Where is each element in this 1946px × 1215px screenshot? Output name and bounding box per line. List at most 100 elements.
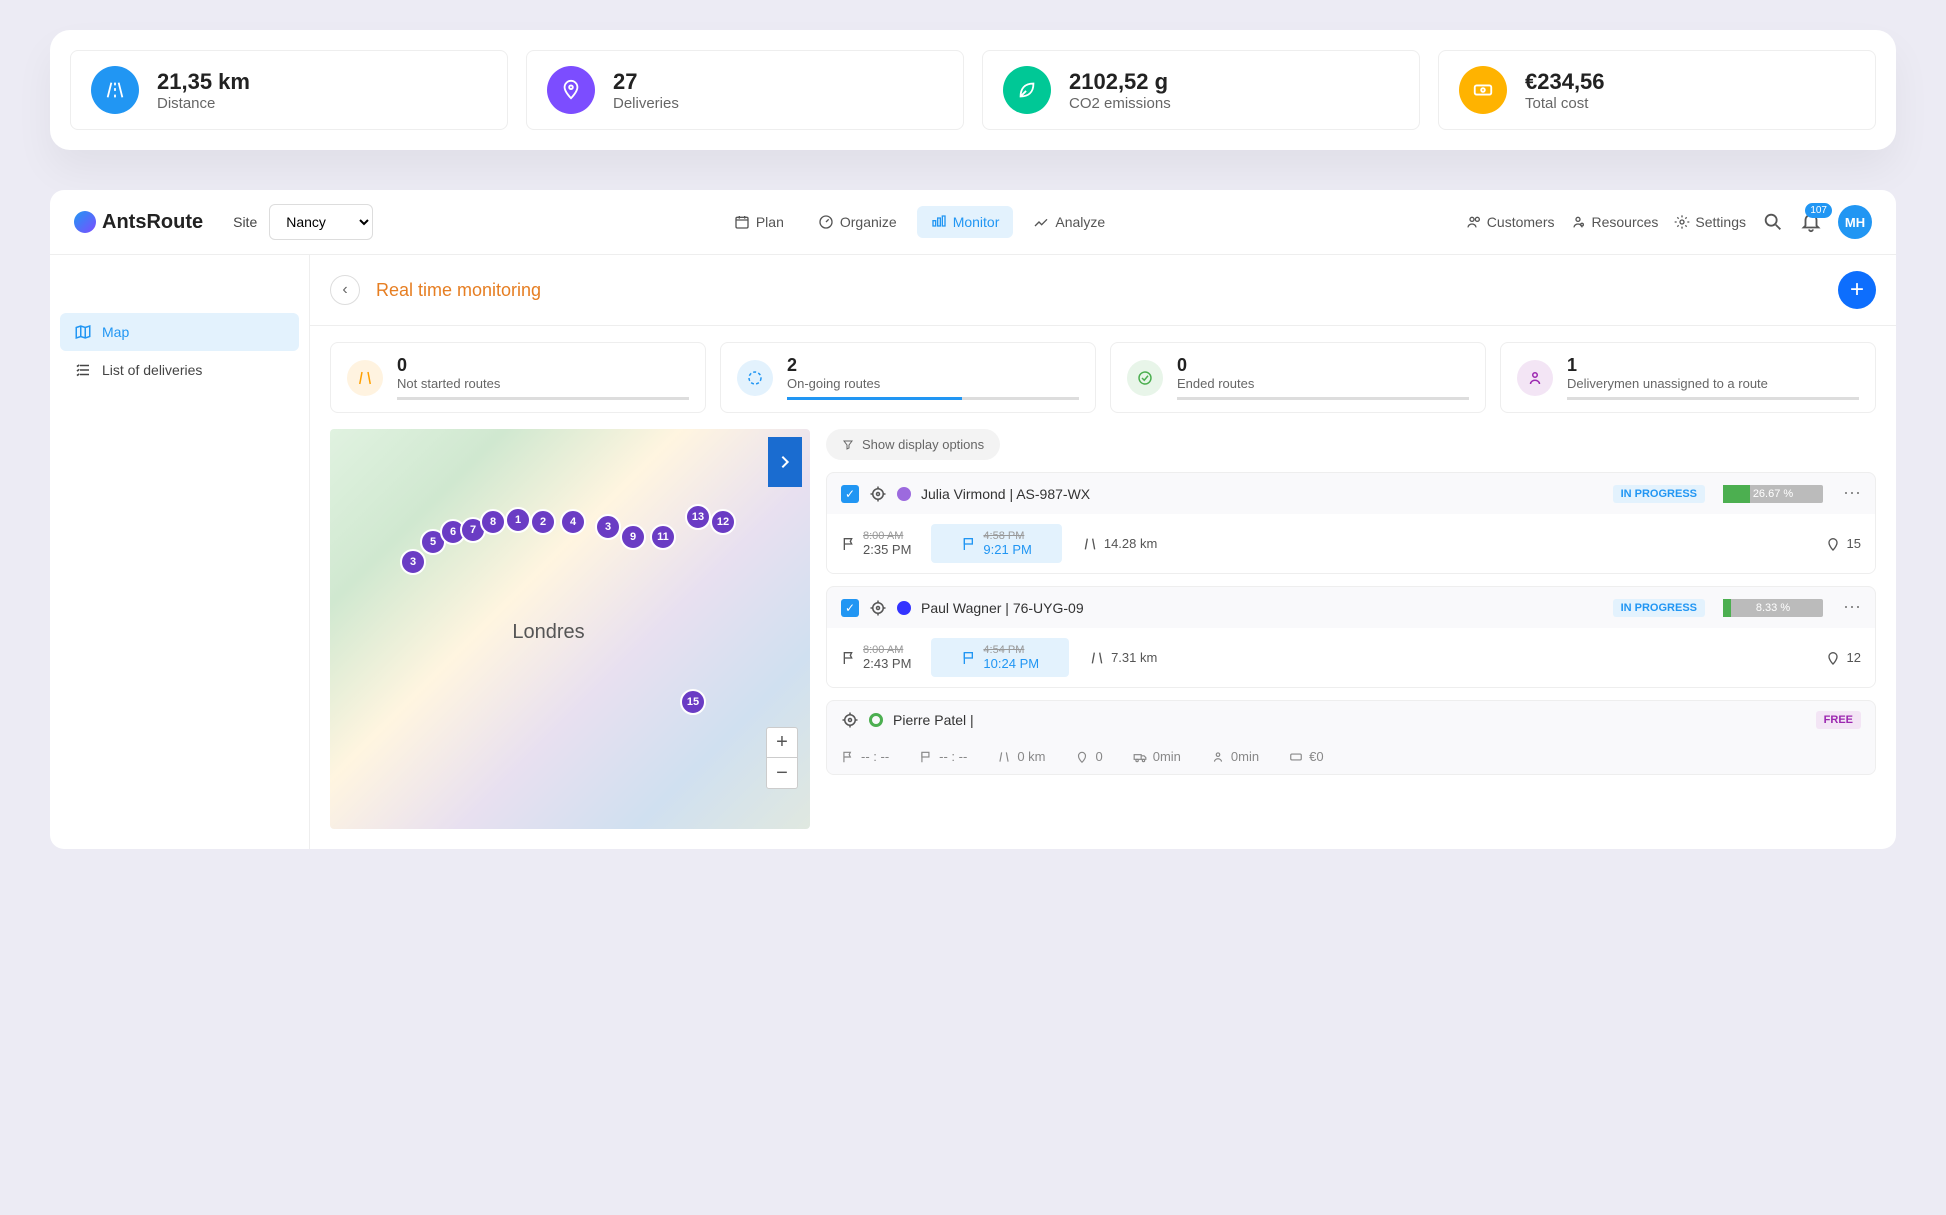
map-pin[interactable]: 3	[400, 549, 426, 575]
status-ongoing[interactable]: 2On-going routes	[720, 342, 1096, 413]
users-icon	[1466, 214, 1482, 230]
map-pin[interactable]: 11	[650, 524, 676, 550]
map-view[interactable]: Londres + − 3 5 6 7 8 1 2 4 3 9 1	[330, 429, 810, 829]
gear-icon	[1674, 214, 1690, 230]
subheader: ‹ Real time monitoring +	[310, 255, 1896, 326]
pin-icon	[1075, 750, 1089, 764]
map-pin[interactable]: 12	[710, 509, 736, 535]
person-icon	[1517, 360, 1553, 396]
site-label: Site	[233, 214, 257, 230]
status-unassigned[interactable]: 1Deliverymen unassigned to a route	[1500, 342, 1876, 413]
main-nav: Plan Organize Monitor Analyze	[720, 206, 1119, 238]
progress-bar: 26.67 %	[1723, 485, 1823, 503]
main-content: ‹ Real time monitoring + 0Not started ro…	[310, 255, 1896, 849]
target-icon[interactable]	[841, 711, 859, 729]
logo[interactable]: AntsRoute	[74, 211, 203, 234]
monitor-icon	[931, 214, 947, 230]
map-pin[interactable]: 8	[480, 509, 506, 535]
driver-menu-button[interactable]: ⋯	[1843, 597, 1861, 618]
logo-icon	[74, 211, 96, 233]
color-dot	[897, 487, 911, 501]
stat-co2: 2102,52 gCO2 emissions	[982, 50, 1420, 130]
stat-label: CO2 emissions	[1069, 95, 1171, 112]
display-options-button[interactable]: Show display options	[826, 429, 1000, 460]
chart-icon	[1033, 214, 1049, 230]
stat-value: €234,56	[1525, 69, 1605, 95]
progress-bar: 8.33 %	[1723, 599, 1823, 617]
map-pin[interactable]: 1	[505, 507, 531, 533]
map-expand-button[interactable]	[768, 437, 802, 487]
driver-menu-button[interactable]: ⋯	[1843, 483, 1861, 504]
notifications-button[interactable]: 107	[1800, 211, 1822, 233]
driver-header[interactable]: Pierre Patel | FREE	[827, 701, 1875, 739]
road-icon	[91, 66, 139, 114]
site-selector: Site Nancy	[233, 204, 373, 240]
start-time: 8:00 AM2:43 PM	[841, 644, 911, 671]
driver-details: -- : -- -- : -- 0 km 0 0min 0min €0	[827, 739, 1875, 774]
nav-resources[interactable]: Resources	[1570, 214, 1658, 230]
map-pin[interactable]: 2	[530, 509, 556, 535]
driver-checkbox[interactable]: ✓	[841, 599, 859, 617]
pin-icon	[547, 66, 595, 114]
stops-metric: 15	[1825, 536, 1861, 552]
distance-metric: 14.28 km	[1082, 536, 1157, 552]
flag-icon	[841, 536, 857, 552]
truck-icon	[1133, 750, 1147, 764]
map-icon	[74, 323, 92, 341]
nav-monitor[interactable]: Monitor	[917, 206, 1014, 238]
nav-organize[interactable]: Organize	[804, 206, 911, 238]
sidebar-item-list[interactable]: List of deliveries	[60, 351, 299, 389]
driver-header[interactable]: ✓ Julia Virmond | AS-987-WX IN PROGRESS …	[827, 473, 1875, 514]
stat-value: 27	[613, 69, 679, 95]
driver-details: 8:00 AM2:35 PM 4:58 PM9:21 PM 14.28 km 1…	[827, 514, 1875, 573]
app-body: Map List of deliveries ‹ Real time monit…	[50, 255, 1896, 849]
stat-label: Distance	[157, 95, 250, 112]
gauge-icon	[818, 214, 834, 230]
distance-metric: 0 km	[997, 749, 1045, 764]
target-icon[interactable]	[869, 599, 887, 617]
status-not-started[interactable]: 0Not started routes	[330, 342, 706, 413]
search-icon[interactable]	[1762, 211, 1784, 233]
add-button[interactable]: +	[1838, 271, 1876, 309]
back-button[interactable]: ‹	[330, 275, 360, 305]
zoom-in-button[interactable]: +	[767, 728, 797, 758]
free-badge: FREE	[1816, 711, 1861, 729]
list-icon	[74, 361, 92, 379]
map-pin[interactable]: 4	[560, 509, 586, 535]
sidebar: Map List of deliveries	[50, 255, 310, 849]
map-city-label: Londres	[512, 621, 584, 644]
nav-plan[interactable]: Plan	[720, 206, 798, 238]
money-icon	[1459, 66, 1507, 114]
nav-customers[interactable]: Customers	[1466, 214, 1555, 230]
money-icon	[1289, 750, 1303, 764]
map-pin[interactable]: 13	[685, 504, 711, 530]
map-pin[interactable]: 15	[680, 689, 706, 715]
road-icon	[1082, 536, 1098, 552]
map-pin[interactable]: 3	[595, 514, 621, 540]
cost-metric: €0	[1289, 749, 1323, 764]
vehicle-time: 0min	[1133, 749, 1181, 764]
driver-details: 8:00 AM2:43 PM 4:54 PM10:24 PM 7.31 km 1…	[827, 628, 1875, 687]
site-select[interactable]: Nancy	[269, 204, 373, 240]
stat-label: Total cost	[1525, 95, 1605, 112]
driver-checkbox[interactable]: ✓	[841, 485, 859, 503]
progress-icon	[737, 360, 773, 396]
driver-header[interactable]: ✓ Paul Wagner | 76-UYG-09 IN PROGRESS 8.…	[827, 587, 1875, 628]
sidebar-item-map[interactable]: Map	[60, 313, 299, 351]
stops-metric: 12	[1825, 650, 1861, 666]
status-summary: 0Not started routes 2On-going routes 0En…	[310, 326, 1896, 429]
status-ended[interactable]: 0Ended routes	[1110, 342, 1486, 413]
target-icon[interactable]	[869, 485, 887, 503]
status-badge: IN PROGRESS	[1613, 599, 1705, 617]
map-pin[interactable]: 9	[620, 524, 646, 550]
driver-card-free: Pierre Patel | FREE -- : -- -- : -- 0 km…	[826, 700, 1876, 775]
distance-metric: 7.31 km	[1089, 650, 1157, 666]
end-time: 4:58 PM9:21 PM	[931, 524, 1061, 563]
color-dot	[897, 601, 911, 615]
nav-settings[interactable]: Settings	[1674, 214, 1746, 230]
driver-card: ✓ Julia Virmond | AS-987-WX IN PROGRESS …	[826, 472, 1876, 574]
nav-analyze[interactable]: Analyze	[1019, 206, 1119, 238]
zoom-out-button[interactable]: −	[767, 758, 797, 788]
user-avatar[interactable]: MH	[1838, 205, 1872, 239]
leaf-icon	[1003, 66, 1051, 114]
